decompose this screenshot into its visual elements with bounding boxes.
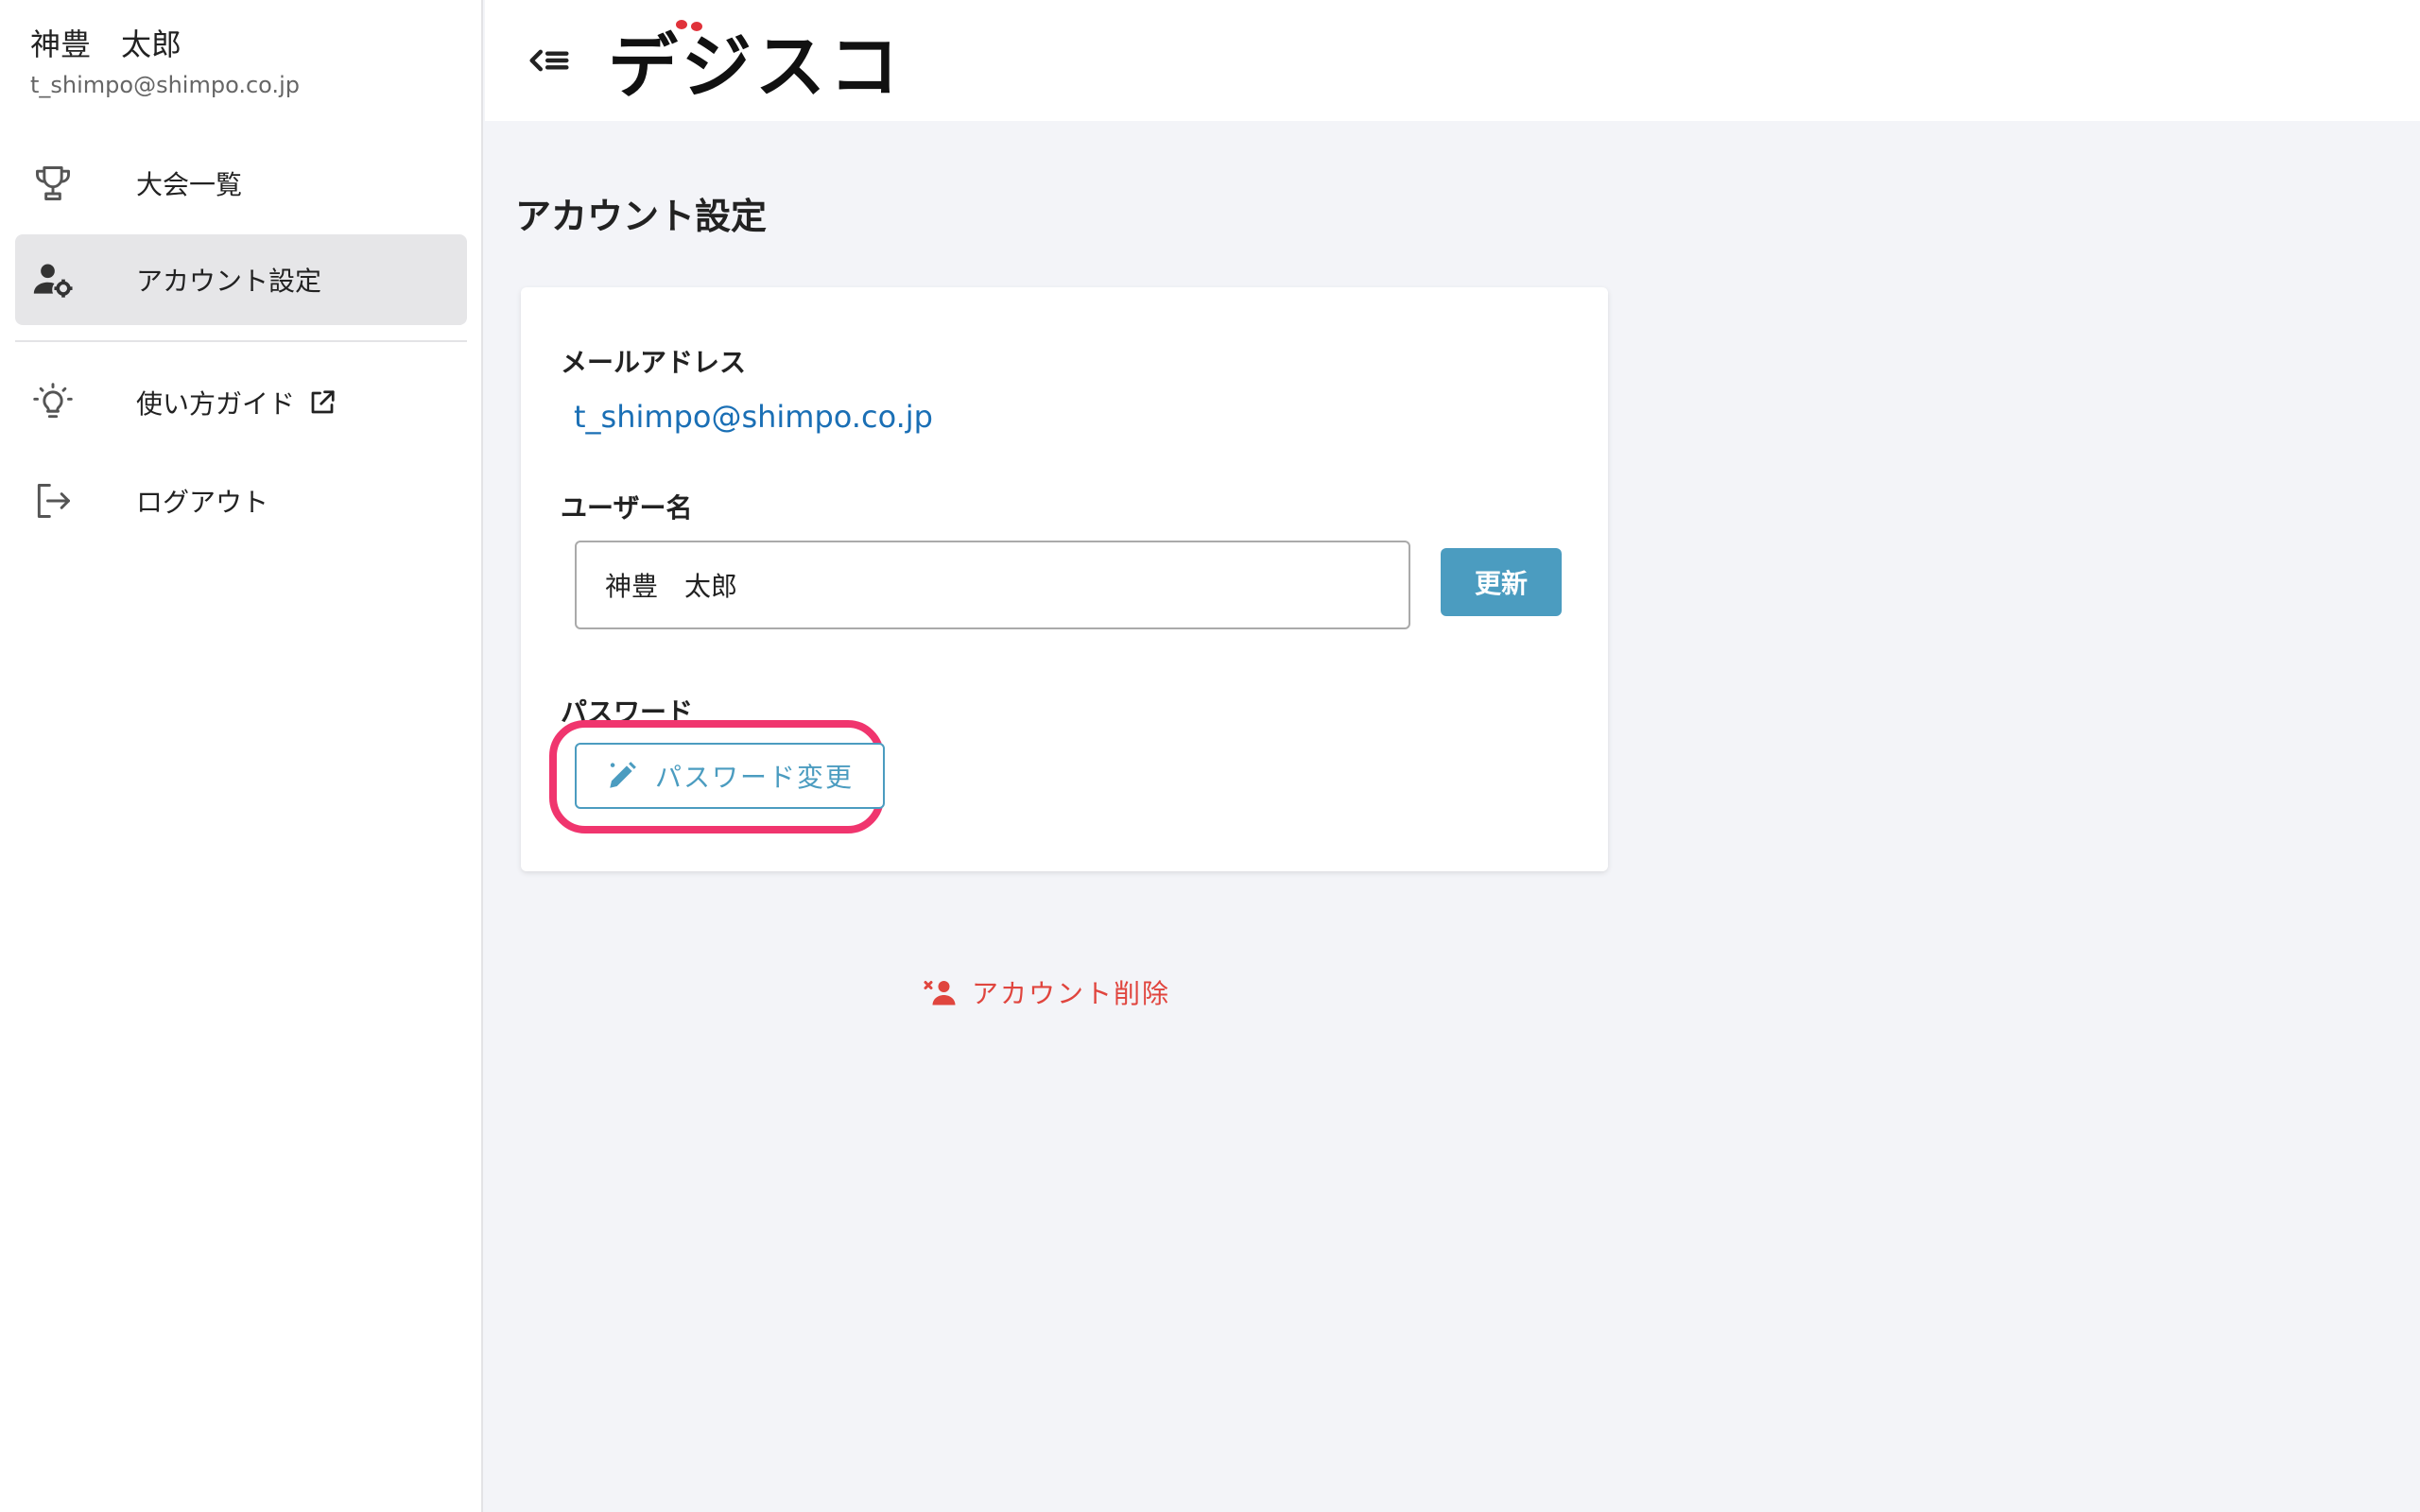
user-remove-icon <box>924 981 956 1005</box>
lightbulb-icon <box>30 380 76 425</box>
logo-accent-icon <box>676 20 702 31</box>
change-password-label: パスワード変更 <box>654 762 854 793</box>
change-password-button[interactable]: パスワード変更 <box>575 743 885 809</box>
sidebar-item-label: 大会一覧 <box>136 169 243 200</box>
sidebar: 神豊 太郎 t_shimpo@shimpo.co.jp 大会一覧 アカウント設定… <box>0 0 483 1512</box>
sidebar-item-account-settings[interactable]: アカウント設定 <box>15 234 467 325</box>
user-name: 神豊 太郎 <box>30 26 182 62</box>
delete-account-label: アカウント削除 <box>972 978 1171 1009</box>
guide-label: 使い方ガイド <box>136 388 296 420</box>
sidebar-item-label: 使い方ガイド <box>136 357 337 448</box>
user-gear-icon <box>30 257 76 302</box>
username-input[interactable] <box>575 541 1410 629</box>
sidebar-item-logout[interactable]: ログアウト <box>15 455 467 546</box>
username-label: ユーザー名 <box>561 492 693 524</box>
email-label: メールアドレス <box>561 347 747 378</box>
sidebar-item-guide[interactable]: 使い方ガイド <box>15 357 467 448</box>
page-title: アカウント設定 <box>515 196 768 237</box>
top-header: デジスコ <box>485 0 2420 121</box>
email-value: t_shimpo@shimpo.co.jp <box>574 399 933 435</box>
app-logo[interactable]: デジスコ <box>608 23 903 108</box>
update-button[interactable]: 更新 <box>1441 548 1562 616</box>
external-link-icon <box>311 390 335 414</box>
user-email: t_shimpo@shimpo.co.jp <box>30 72 300 98</box>
pencil-icon <box>610 762 636 788</box>
sidebar-divider <box>15 340 467 342</box>
account-settings-card: メールアドレス t_shimpo@shimpo.co.jp ユーザー名 更新 パ… <box>521 287 1608 871</box>
sidebar-item-tournaments[interactable]: 大会一覧 <box>15 138 467 229</box>
delete-account-link[interactable]: アカウント削除 <box>923 973 1170 1011</box>
trophy-icon <box>30 161 76 206</box>
sidebar-item-label: アカウント設定 <box>136 266 322 297</box>
logout-icon <box>30 478 76 524</box>
collapse-menu-icon[interactable] <box>525 36 574 85</box>
sidebar-item-label: ログアウト <box>136 487 269 518</box>
